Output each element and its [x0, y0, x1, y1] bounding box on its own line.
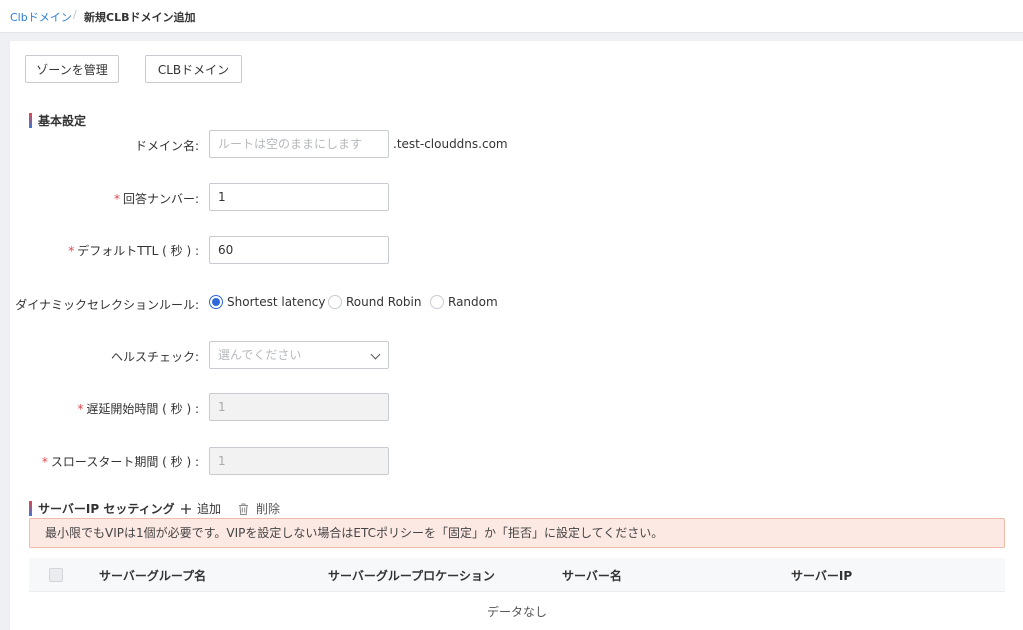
slow-start-label: * スロースタート期間 ( 秒 ) : [42, 453, 199, 470]
required-mark: * [68, 244, 75, 258]
breadcrumb-separator: / [73, 8, 77, 21]
column-server-name: サーバー名 [562, 569, 622, 583]
answer-number-input[interactable] [209, 183, 389, 211]
health-check-label: ヘルスチェック: [110, 350, 199, 364]
chevron-down-icon [370, 349, 381, 360]
column-server-group-location: サーバーグループロケーション [328, 569, 495, 583]
vip-warning-alert: 最小限でもVIPは1個が必要です。VIPを設定しない場合はETCポリシーを「固定… [29, 518, 1005, 548]
radio-unchecked-icon [430, 295, 444, 309]
add-label: 追加 [197, 502, 222, 516]
required-mark: * [77, 402, 84, 416]
dynamic-rule-label: ダイナミックセレクションルール: [15, 298, 199, 312]
domain-name-input[interactable] [209, 130, 389, 158]
health-check-select[interactable]: 選んでください [209, 341, 389, 369]
required-mark: * [113, 192, 120, 206]
add-server-button[interactable]: 追加 [180, 500, 221, 517]
breadcrumb: Clbドメイン / 新規CLBドメイン追加 [0, 0, 1023, 33]
breadcrumb-current: 新規CLBドメイン追加 [84, 11, 196, 24]
domain-suffix: .test-clouddns.com [393, 137, 508, 151]
breadcrumb-link-clb-domain[interactable]: Clbドメイン [10, 9, 72, 25]
section-bar [29, 113, 32, 128]
delay-start-label: * 遅延開始時間 ( 秒 ) : [77, 400, 199, 417]
column-server-group-name: サーバーグループ名 [99, 569, 207, 583]
health-check-placeholder: 選んでください [218, 348, 302, 362]
default-ttl-input[interactable] [209, 236, 389, 264]
answer-number-label: * 回答ナンバー: [114, 190, 199, 207]
required-mark: * [41, 455, 48, 469]
section-bar [29, 501, 32, 516]
radio-round-robin[interactable]: Round Robin [328, 295, 421, 309]
basic-settings-title-text: 基本設定 [38, 114, 87, 128]
main-panel: ゾーンを管理 CLBドメイン 基本設定 ドメイン名: .test-clouddn… [10, 41, 1023, 630]
manage-zone-button[interactable]: ゾーンを管理 [25, 55, 119, 83]
radio-shortest-latency[interactable]: Shortest latency [209, 295, 325, 309]
table-empty-text: データなし [486, 605, 547, 619]
default-ttl-label-text: デフォルトTTL ( 秒 ) : [77, 244, 199, 258]
delete-label: 削除 [256, 502, 281, 516]
radio-label: Shortest latency [227, 295, 326, 309]
plus-icon [181, 503, 191, 514]
radio-random[interactable]: Random [430, 295, 498, 309]
clb-domain-button[interactable]: CLBドメイン [145, 55, 242, 83]
radio-unchecked-icon [328, 295, 342, 309]
column-server-ip: サーバーIP [791, 569, 853, 583]
server-ip-title-text: サーバーIP セッティング [38, 502, 175, 516]
delay-start-label-text: 遅延開始時間 ( 秒 ) : [86, 402, 199, 416]
delay-start-input [209, 393, 389, 421]
delete-server-button[interactable]: 削除 [238, 500, 280, 517]
radio-checked-icon [209, 295, 223, 309]
slow-start-input [209, 447, 389, 475]
select-all-checkbox[interactable] [49, 568, 63, 582]
slow-start-label-text: スロースタート期間 ( 秒 ) : [50, 455, 199, 469]
domain-name-label: ドメイン名: [134, 139, 199, 153]
server-ip-title: サーバーIP セッティング [29, 500, 175, 517]
radio-label: Random [448, 295, 498, 309]
server-table-header: サーバーグループ名 サーバーグループロケーション サーバー名 サーバーIP [29, 558, 1005, 592]
default-ttl-label: * デフォルトTTL ( 秒 ) : [68, 242, 199, 259]
basic-settings-title: 基本設定 [29, 112, 86, 129]
trash-icon [239, 503, 248, 515]
answer-number-label-text: 回答ナンバー: [122, 192, 199, 206]
radio-label: Round Robin [346, 295, 422, 309]
